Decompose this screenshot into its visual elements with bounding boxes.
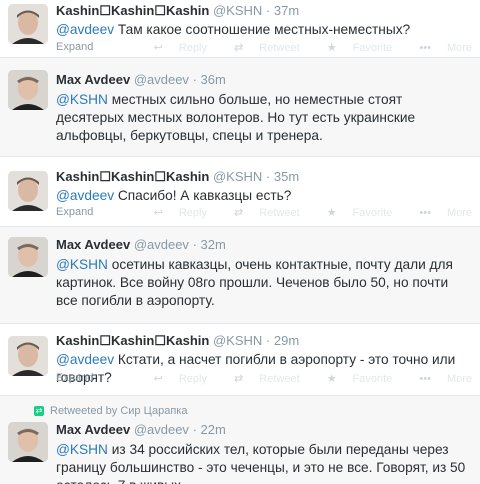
user-handle[interactable]: @KSHN [213, 3, 262, 18]
user-handle[interactable]: @KSHN [213, 333, 262, 348]
tweet-header: Max Avdeev @avdeev · 32m [56, 237, 472, 253]
tweet[interactable]: Kashin☐Kashin☐Kashin @KSHN · 35m @avdeev… [0, 157, 480, 227]
favorite-button[interactable]: ★ Favorite [315, 42, 393, 54]
reply-button[interactable]: ↩ Reply [142, 373, 207, 385]
star-icon: ★ [326, 373, 337, 385]
expand-link[interactable]: Expand [56, 206, 93, 218]
retweeted-by[interactable]: Retweeted by Сир Царапка [50, 405, 187, 417]
user-handle[interactable]: @KSHN [213, 169, 262, 184]
more-icon: ••• [419, 207, 431, 219]
retweet-icon: ⇄ [34, 406, 44, 417]
tweet[interactable]: Kashin☐Kashin☐Kashin @KSHN · 29m @avdeev… [0, 324, 480, 396]
separator-dot: · [192, 422, 197, 437]
mention-link[interactable]: @avdeev [56, 352, 114, 367]
tweet-actions: ↩ Reply ⇄ Retweet ★ Favorite ••• More [130, 372, 472, 385]
tweet-time[interactable]: 36m [201, 72, 226, 87]
tweet[interactable]: Kashin☐Kashin☐Kashin @KSHN · 37m @avdeev… [0, 0, 480, 58]
tweet-body: местных сильно больше, но неместные стоя… [56, 92, 416, 143]
expand-link[interactable]: Expand [56, 41, 93, 53]
user-handle[interactable]: @avdeev [134, 72, 189, 87]
retweet-button[interactable]: ⇄ Retweet [222, 207, 300, 219]
reply-icon: ↩ [153, 207, 163, 219]
user-name[interactable]: Max Avdeev [56, 422, 130, 437]
star-icon: ★ [326, 207, 337, 219]
separator-dot: · [265, 333, 271, 348]
retweet-icon: ⇄ [234, 373, 244, 385]
separator-dot: · [265, 3, 271, 18]
favorite-button[interactable]: ★ Favorite [315, 373, 393, 385]
user-name[interactable]: Kashin☐Kashin☐Kashin [56, 169, 209, 184]
tweet[interactable]: Max Avdeev @avdeev · 32m @KSHN осетины к… [0, 227, 480, 324]
user-name[interactable]: Kashin☐Kashin☐Kashin [56, 3, 209, 18]
reply-icon: ↩ [153, 42, 163, 54]
star-icon: ★ [326, 42, 337, 54]
avatar[interactable] [8, 171, 48, 211]
retweet-button[interactable]: ⇄ Retweet [222, 373, 300, 385]
reply-button[interactable]: ↩ Reply [142, 42, 207, 54]
user-name[interactable]: Kashin☐Kashin☐Kashin [56, 333, 209, 348]
avatar[interactable] [8, 70, 48, 110]
tweet-text: @KSHN из 34 российских тел, которые были… [56, 441, 472, 484]
mention-link[interactable]: @KSHN [56, 257, 108, 272]
tweet-actions: ↩ Reply ⇄ Retweet ★ Favorite ••• More [130, 206, 472, 219]
user-handle[interactable]: @avdeev [134, 422, 189, 437]
user-handle[interactable]: @avdeev [134, 237, 189, 252]
timeline: Kashin☐Kashin☐Kashin @KSHN · 37m @avdeev… [0, 0, 480, 484]
favorite-button[interactable]: ★ Favorite [315, 207, 393, 219]
separator-dot: · [265, 169, 271, 184]
tweet-time[interactable]: 32m [201, 237, 226, 252]
expand-link[interactable]: Expand [56, 372, 93, 384]
avatar[interactable] [8, 422, 48, 462]
retweet-icon: ⇄ [234, 42, 244, 54]
reply-icon: ↩ [153, 373, 163, 385]
tweet-body: Спасибо! А кавказцы есть? [114, 188, 292, 203]
tweet[interactable]: Max Avdeev @avdeev · 36m @KSHN местных с… [0, 58, 480, 157]
more-icon: ••• [419, 42, 431, 54]
tweet-time[interactable]: 29m [274, 333, 299, 348]
mention-link[interactable]: @avdeev [56, 188, 114, 203]
tweet-text: @avdeev Спасибо! А кавказцы есть? [56, 187, 472, 205]
tweet-header: Kashin☐Kashin☐Kashin @KSHN · 37m [56, 3, 472, 19]
user-name[interactable]: Max Avdeev [56, 237, 130, 252]
more-button[interactable]: ••• More [407, 42, 472, 54]
tweet[interactable]: ⇄ Retweeted by Сир Царапка Max Avdeev @av… [0, 396, 480, 484]
tweet-time[interactable]: 35m [274, 169, 299, 184]
more-button[interactable]: ••• More [407, 373, 472, 385]
tweet-header: Max Avdeev @avdeev · 22m [56, 422, 472, 438]
reply-button[interactable]: ↩ Reply [142, 207, 207, 219]
more-icon: ••• [419, 373, 431, 385]
avatar[interactable] [8, 336, 48, 376]
avatar[interactable] [8, 4, 48, 44]
avatar[interactable] [8, 237, 48, 277]
tweet-text: @KSHN осетины кавказцы, очень контактные… [56, 256, 472, 310]
user-name[interactable]: Max Avdeev [56, 72, 130, 87]
tweet-body: Там какое соотношение местных-неместных? [114, 22, 411, 37]
retweet-context: ⇄ Retweeted by Сир Царапка [34, 405, 187, 417]
retweet-icon: ⇄ [234, 207, 244, 219]
separator-dot: · [192, 237, 197, 252]
tweet-body: осетины кавказцы, очень контактные, почт… [56, 257, 453, 308]
separator-dot: · [192, 72, 197, 87]
tweet-text: @avdeev Там какое соотношение местных-не… [56, 21, 472, 39]
tweet-body: из 34 российских тел, которые были перед… [56, 442, 466, 484]
more-button[interactable]: ••• More [407, 207, 472, 219]
tweet-text: @KSHN местных сильно больше, но неместны… [56, 91, 472, 145]
tweet-time[interactable]: 22m [201, 422, 226, 437]
mention-link[interactable]: @avdeev [56, 22, 114, 37]
tweet-actions: ↩ Reply ⇄ Retweet ★ Favorite ••• More [130, 41, 472, 54]
mention-link[interactable]: @KSHN [56, 442, 108, 457]
tweet-header: Kashin☐Kashin☐Kashin @KSHN · 29m [56, 333, 472, 349]
mention-link[interactable]: @KSHN [56, 92, 108, 107]
tweet-time[interactable]: 37m [274, 3, 299, 18]
retweet-button[interactable]: ⇄ Retweet [222, 42, 300, 54]
tweet-header: Max Avdeev @avdeev · 36m [56, 72, 472, 88]
tweet-header: Kashin☐Kashin☐Kashin @KSHN · 35m [56, 169, 472, 185]
